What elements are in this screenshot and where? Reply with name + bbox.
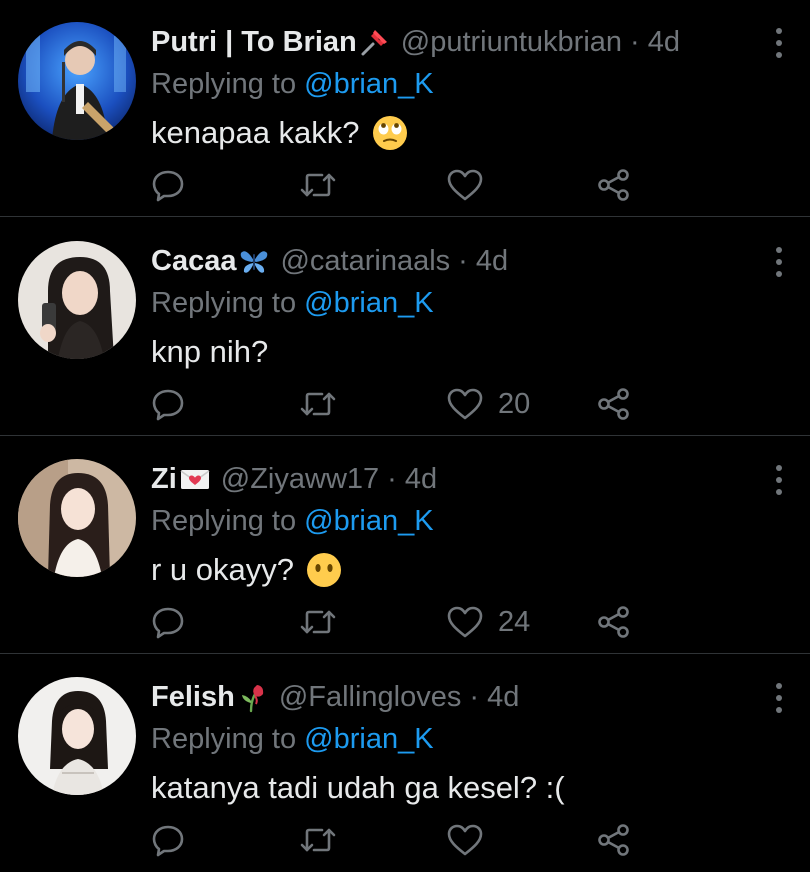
separator-dot: · bbox=[630, 26, 640, 58]
user-handle[interactable]: @catarinaals bbox=[280, 241, 450, 281]
replying-to: Replying to @brian_K bbox=[151, 501, 434, 541]
retweet-button[interactable] bbox=[298, 163, 338, 207]
timestamp[interactable]: 4d bbox=[648, 22, 680, 62]
reply-icon bbox=[150, 604, 186, 640]
more-options-icon[interactable] bbox=[772, 28, 786, 58]
replying-to-label: Replying to bbox=[151, 505, 305, 537]
reply-icon bbox=[150, 386, 186, 422]
display-name[interactable]: Felish bbox=[151, 677, 235, 717]
mention-link[interactable]: @brian_K bbox=[304, 505, 433, 537]
separator-dot: · bbox=[458, 245, 468, 277]
avatar[interactable] bbox=[18, 459, 136, 577]
reply-button[interactable] bbox=[150, 818, 186, 862]
tweet-header: Felish @Fallingloves · 4d bbox=[151, 677, 519, 717]
tweet-body: kenapaa kakk? bbox=[151, 115, 360, 150]
love-letter-icon bbox=[179, 463, 211, 495]
mention-link[interactable]: @brian_K bbox=[304, 287, 433, 319]
share-button[interactable] bbox=[596, 818, 632, 862]
reply-icon bbox=[150, 822, 186, 858]
tweet-text: knp nih? bbox=[151, 331, 268, 373]
like-button[interactable] bbox=[446, 818, 498, 862]
share-icon bbox=[596, 822, 632, 858]
face-with-rolling-eyes-icon bbox=[372, 115, 408, 151]
tweet-actions: 20 bbox=[150, 382, 790, 426]
tweet-header: Zi @Ziyaww17 · 4d bbox=[151, 459, 437, 499]
tweet-text: katanya tadi udah ga kesel? :( bbox=[151, 767, 565, 809]
heart-icon bbox=[446, 386, 484, 422]
retweet-button[interactable] bbox=[298, 600, 338, 644]
display-name[interactable]: Putri | To Brian bbox=[151, 22, 357, 62]
share-icon bbox=[596, 386, 632, 422]
user-handle[interactable]: @Ziyaww17 bbox=[221, 459, 379, 499]
tweet-header: Putri | To Brian @putriuntukbrian · 4d bbox=[151, 22, 680, 62]
replying-to: Replying to @brian_K bbox=[151, 64, 434, 104]
display-name[interactable]: Cacaa bbox=[151, 241, 236, 281]
mention-link[interactable]: @brian_K bbox=[304, 68, 433, 100]
tweet-text: kenapaa kakk? bbox=[151, 112, 408, 154]
replying-to-label: Replying to bbox=[151, 287, 305, 319]
avatar[interactable] bbox=[18, 677, 136, 795]
timestamp[interactable]: 4d bbox=[476, 241, 508, 281]
display-name[interactable]: Zi bbox=[151, 459, 177, 499]
avatar[interactable] bbox=[18, 241, 136, 359]
tweet-body: katanya tadi udah ga kesel? :( bbox=[151, 770, 565, 805]
tweet-actions: 24 bbox=[150, 600, 790, 644]
heart-icon bbox=[446, 604, 484, 640]
share-button[interactable] bbox=[596, 163, 632, 207]
retweet-icon bbox=[298, 604, 338, 640]
like-button[interactable]: 24 bbox=[446, 600, 530, 644]
more-options-icon[interactable] bbox=[772, 465, 786, 495]
separator-dot: · bbox=[469, 681, 480, 713]
replying-to: Replying to @brian_K bbox=[151, 283, 434, 323]
separator-dot: · bbox=[387, 463, 397, 495]
tweet-header: Cacaa @catarinaals · 4d bbox=[151, 241, 508, 281]
share-button[interactable] bbox=[596, 600, 632, 644]
more-options-icon[interactable] bbox=[772, 683, 786, 713]
tweet-actions bbox=[150, 818, 790, 862]
face-without-mouth-icon bbox=[306, 552, 342, 588]
retweet-icon bbox=[298, 386, 338, 422]
share-icon bbox=[596, 167, 632, 203]
timestamp[interactable]: 4d bbox=[487, 677, 519, 717]
user-handle[interactable]: @Fallingloves bbox=[279, 677, 462, 717]
user-handle[interactable]: @putriuntukbrian bbox=[401, 22, 622, 62]
tweet-body: knp nih? bbox=[151, 334, 269, 369]
tweet-reply[interactable]: Cacaa @catarinaals · 4d Replying to @bri… bbox=[0, 219, 810, 436]
heart-icon bbox=[446, 167, 484, 203]
tweet-reply[interactable]: Putri | To Brian @putriuntukbrian · 4d R… bbox=[0, 0, 810, 217]
timestamp[interactable]: 4d bbox=[405, 459, 437, 499]
like-button[interactable]: 20 bbox=[446, 382, 530, 426]
wilted-flower-icon bbox=[237, 681, 269, 713]
share-icon bbox=[596, 604, 632, 640]
retweet-button[interactable] bbox=[298, 818, 338, 862]
tweet-body: r u okayy? bbox=[151, 552, 295, 587]
like-button[interactable] bbox=[446, 163, 498, 207]
tweet-text: r u okayy? bbox=[151, 549, 342, 591]
retweet-icon bbox=[298, 822, 338, 858]
pushpin-icon bbox=[359, 26, 391, 58]
reply-button[interactable] bbox=[150, 600, 186, 644]
tweet-actions bbox=[150, 163, 790, 207]
like-count: 20 bbox=[498, 387, 531, 420]
reply-button[interactable] bbox=[150, 382, 186, 426]
replying-to: Replying to @brian_K bbox=[151, 719, 434, 759]
reply-button[interactable] bbox=[150, 163, 186, 207]
tweet-reply[interactable]: Zi @Ziyaww17 · 4d Replying to @brian_K r… bbox=[0, 437, 810, 654]
retweet-icon bbox=[298, 167, 338, 203]
replying-to-label: Replying to bbox=[151, 68, 305, 100]
mention-link[interactable]: @brian_K bbox=[304, 723, 433, 755]
heart-icon bbox=[446, 822, 484, 858]
retweet-button[interactable] bbox=[298, 382, 338, 426]
share-button[interactable] bbox=[596, 382, 632, 426]
reply-feed: Putri | To Brian @putriuntukbrian · 4d R… bbox=[0, 0, 810, 870]
more-options-icon[interactable] bbox=[772, 247, 786, 277]
replying-to-label: Replying to bbox=[151, 723, 305, 755]
tweet-reply[interactable]: Felish @Fallingloves · 4d Replying to @b… bbox=[0, 655, 810, 872]
like-count: 24 bbox=[498, 605, 531, 638]
avatar[interactable] bbox=[18, 22, 136, 140]
butterfly-icon bbox=[238, 245, 270, 277]
reply-icon bbox=[150, 167, 186, 203]
